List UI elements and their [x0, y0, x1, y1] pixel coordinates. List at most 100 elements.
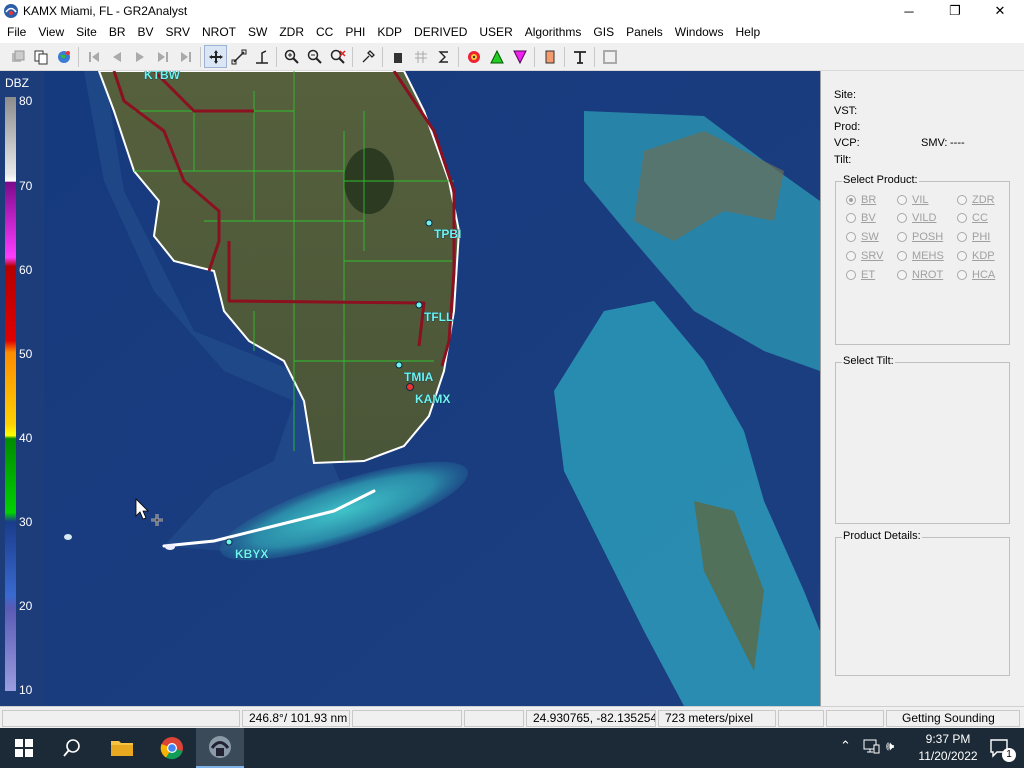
- radio-circle[interactable]: [846, 270, 856, 280]
- globe-icon[interactable]: [52, 45, 75, 68]
- menu-user[interactable]: USER: [472, 22, 517, 43]
- menu-gis[interactable]: GIS: [586, 22, 619, 43]
- site-label-kbyx[interactable]: KBYX: [235, 547, 269, 562]
- copy-icon[interactable]: [29, 45, 52, 68]
- radio-cc[interactable]: CC: [957, 212, 988, 224]
- previous-frame-icon[interactable]: [105, 45, 128, 68]
- radio-srv[interactable]: SRV: [846, 250, 883, 262]
- menu-zdr[interactable]: ZDR: [272, 22, 309, 43]
- start-button[interactable]: [0, 728, 48, 768]
- measure-tool-icon[interactable]: [227, 45, 250, 68]
- site-label-tpbi[interactable]: TPBI: [434, 227, 462, 242]
- black-square-icon[interactable]: [386, 45, 409, 68]
- menu-help[interactable]: Help: [728, 22, 765, 43]
- radio-vil[interactable]: VIL: [897, 194, 929, 206]
- notification-center-button[interactable]: 1: [976, 728, 1024, 768]
- menu-cc[interactable]: CC: [309, 22, 338, 43]
- radio-sw[interactable]: SW: [846, 231, 879, 243]
- pointer-tool-icon[interactable]: [356, 45, 379, 68]
- hurricane-icon[interactable]: [462, 45, 485, 68]
- radio-kdp[interactable]: KDP: [957, 250, 995, 262]
- zoom-out-icon[interactable]: [303, 45, 326, 68]
- menu-kdp[interactable]: KDP: [370, 22, 407, 43]
- close-button[interactable]: ✕: [977, 0, 1023, 22]
- radio-circle[interactable]: [957, 251, 967, 261]
- site-marker[interactable]: [395, 361, 403, 369]
- system-clock[interactable]: 9:37 PM 11/20/2022: [918, 731, 978, 765]
- menu-windows[interactable]: Windows: [668, 22, 729, 43]
- radio-circle[interactable]: [846, 213, 856, 223]
- grid-icon[interactable]: [409, 45, 432, 68]
- volume-icon[interactable]: 🕪: [886, 738, 894, 754]
- radio-circle[interactable]: [897, 195, 907, 205]
- radio-label: NROT: [912, 269, 944, 281]
- radio-circle[interactable]: [897, 270, 907, 280]
- site-marker[interactable]: [425, 219, 433, 227]
- file-explorer-button[interactable]: [98, 728, 146, 768]
- site-marker[interactable]: [225, 538, 233, 546]
- menu-sw[interactable]: SW: [241, 22, 272, 43]
- radio-label: VIL: [912, 194, 929, 206]
- maximize-button[interactable]: ❐: [932, 0, 978, 22]
- text-tool-icon[interactable]: [568, 45, 591, 68]
- menu-derived[interactable]: DERIVED: [407, 22, 472, 43]
- radio-circle[interactable]: [957, 195, 967, 205]
- radio-mehs[interactable]: MEHS: [897, 250, 944, 262]
- pan-tool-icon[interactable]: [204, 45, 227, 68]
- menu-nrot[interactable]: NROT: [195, 22, 241, 43]
- cross-section-icon[interactable]: [250, 45, 273, 68]
- network-icon[interactable]: [862, 738, 880, 754]
- radio-posh[interactable]: POSH: [897, 231, 943, 243]
- radio-circle[interactable]: [897, 232, 907, 242]
- site-label-kamx[interactable]: KAMX: [415, 392, 451, 407]
- sigma-icon[interactable]: [432, 45, 455, 68]
- radio-circle[interactable]: [957, 232, 967, 242]
- gr2analyst-taskbar-button[interactable]: [196, 728, 244, 768]
- site-label-tfll[interactable]: TFLL: [424, 310, 454, 325]
- radio-circle[interactable]: [897, 213, 907, 223]
- radio-circle[interactable]: [846, 195, 856, 205]
- radio-zdr[interactable]: ZDR: [957, 194, 995, 206]
- menu-srv[interactable]: SRV: [159, 22, 195, 43]
- radio-circle[interactable]: [957, 270, 967, 280]
- menu-algorithms[interactable]: Algorithms: [518, 22, 587, 43]
- radio-bv[interactable]: BV: [846, 212, 876, 224]
- play-icon[interactable]: [128, 45, 151, 68]
- color-swatch-icon[interactable]: [538, 45, 561, 68]
- menu-bv[interactable]: BV: [131, 22, 159, 43]
- open-data-icon[interactable]: [6, 45, 29, 68]
- menu-view[interactable]: View: [31, 22, 69, 43]
- menu-file[interactable]: File: [0, 22, 31, 43]
- minimize-button[interactable]: ─: [886, 0, 932, 22]
- menu-site[interactable]: Site: [69, 22, 102, 43]
- site-marker[interactable]: [415, 301, 423, 309]
- chevron-up-icon[interactable]: ⌃: [840, 738, 851, 754]
- menu-panels[interactable]: Panels: [619, 22, 668, 43]
- next-frame-icon[interactable]: [151, 45, 174, 68]
- radar-map-view[interactable]: KTBW TPBI TFLL TMIA KAMX KBYX: [44, 71, 820, 706]
- radio-circle[interactable]: [957, 213, 967, 223]
- search-button[interactable]: [48, 728, 96, 768]
- radio-et[interactable]: ET: [846, 269, 875, 281]
- site-label-ktbw[interactable]: KTBW: [144, 71, 181, 82]
- radio-nrot[interactable]: NROT: [897, 269, 943, 281]
- last-frame-icon[interactable]: [174, 45, 197, 68]
- radio-circle[interactable]: [846, 251, 856, 261]
- radio-hca[interactable]: HCA: [957, 269, 995, 281]
- green-triangle-icon[interactable]: [485, 45, 508, 68]
- zoom-reset-icon[interactable]: [326, 45, 349, 68]
- radio-vild[interactable]: VILD: [897, 212, 936, 224]
- magenta-triangle-icon[interactable]: [508, 45, 531, 68]
- menu-phi[interactable]: PHI: [338, 22, 370, 43]
- zoom-in-icon[interactable]: [280, 45, 303, 68]
- chrome-button[interactable]: [148, 728, 196, 768]
- radio-phi[interactable]: PHI: [957, 231, 990, 243]
- window-frame-icon[interactable]: [598, 45, 621, 68]
- radio-circle[interactable]: [846, 232, 856, 242]
- first-frame-icon[interactable]: [82, 45, 105, 68]
- site-marker[interactable]: [406, 383, 414, 391]
- site-label-tmia[interactable]: TMIA: [404, 370, 434, 385]
- radio-br[interactable]: BR: [846, 194, 876, 206]
- menu-br[interactable]: BR: [102, 22, 131, 43]
- radio-circle[interactable]: [897, 251, 907, 261]
